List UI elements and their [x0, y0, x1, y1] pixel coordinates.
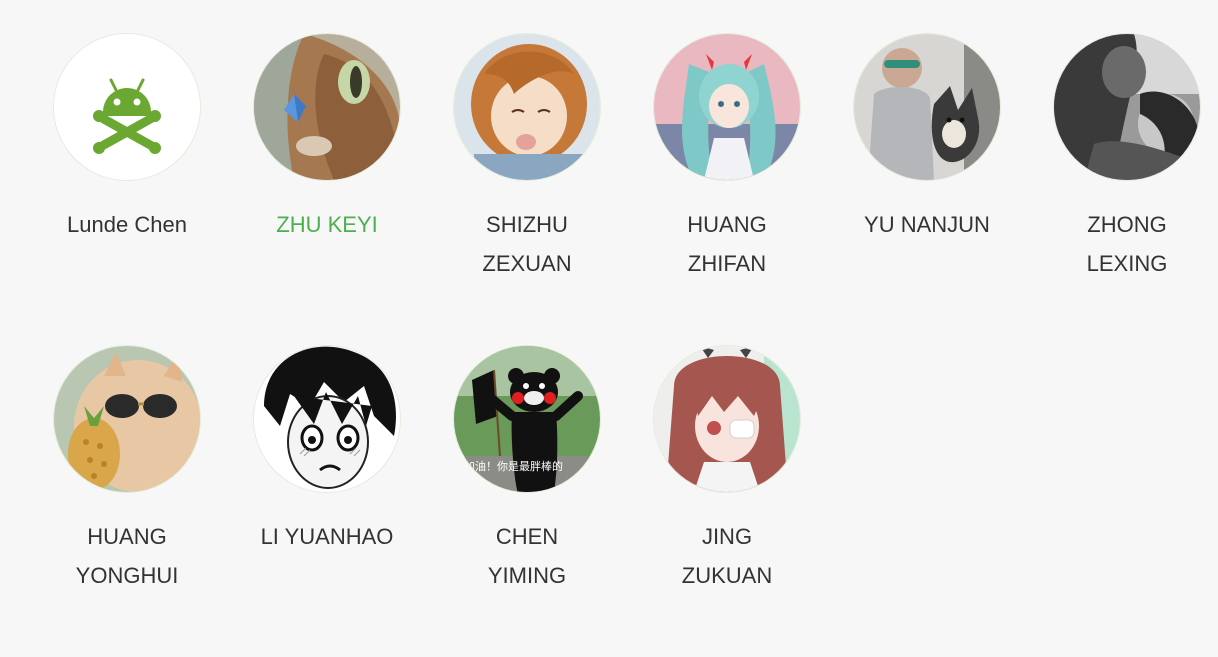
- cat-sunglasses-avatar[interactable]: [53, 345, 201, 493]
- member-name[interactable]: CHEN YIMING: [457, 517, 597, 595]
- member-grid: Lunde Chen ZHU KEYI SHIZHU ZEXUAN HUANG …: [27, 33, 1218, 657]
- member-card[interactable]: Lunde Chen: [27, 33, 227, 345]
- cat-butterfly-avatar[interactable]: [253, 33, 401, 181]
- member-card[interactable]: HUANG ZHIFAN: [627, 33, 827, 345]
- android-skull-icon[interactable]: [53, 33, 201, 181]
- member-name[interactable]: LI YUANHAO: [257, 517, 397, 556]
- manga-boy-avatar[interactable]: [253, 345, 401, 493]
- member-name[interactable]: Lunde Chen: [57, 205, 197, 244]
- anime-twintail-avatar[interactable]: [653, 33, 801, 181]
- member-name[interactable]: YU NANJUN: [857, 205, 997, 244]
- member-card[interactable]: ZHONG LEXING: [1027, 33, 1218, 345]
- member-name[interactable]: HUANG ZHIFAN: [657, 205, 797, 283]
- avatar-caption: 加油！你是最胖棒的: [464, 460, 563, 473]
- member-name[interactable]: JING ZUKUAN: [657, 517, 797, 595]
- member-card[interactable]: SHIZHU ZEXUAN: [427, 33, 627, 345]
- member-card[interactable]: HUANG YONGHUI: [27, 345, 227, 657]
- kumamon-avatar[interactable]: 加油！你是最胖棒的: [453, 345, 601, 493]
- boy-with-dog-avatar[interactable]: [853, 33, 1001, 181]
- member-name[interactable]: ZHU KEYI: [257, 205, 397, 244]
- couple-photo-avatar[interactable]: [1053, 33, 1201, 181]
- member-card[interactable]: LI YUANHAO: [227, 345, 427, 657]
- anime-girl-avatar[interactable]: [453, 33, 601, 181]
- member-card[interactable]: JING ZUKUAN: [627, 345, 827, 657]
- member-name[interactable]: ZHONG LEXING: [1057, 205, 1197, 283]
- member-name[interactable]: HUANG YONGHUI: [57, 517, 197, 595]
- anime-eyepatch-girl-avatar[interactable]: [653, 345, 801, 493]
- member-name[interactable]: SHIZHU ZEXUAN: [457, 205, 597, 283]
- member-card[interactable]: YU NANJUN: [827, 33, 1027, 345]
- member-card[interactable]: 加油！你是最胖棒的 CHEN YIMING: [427, 345, 627, 657]
- member-card[interactable]: ZHU KEYI: [227, 33, 427, 345]
